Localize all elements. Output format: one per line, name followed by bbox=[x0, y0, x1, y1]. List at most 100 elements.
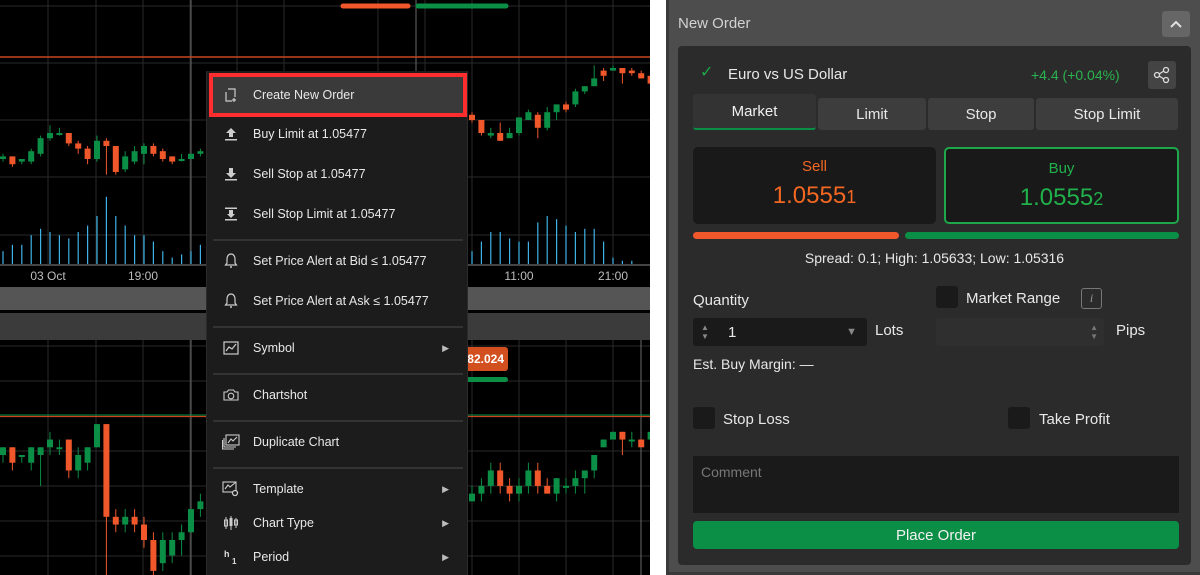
menu-item-label: Chart Type bbox=[253, 516, 314, 530]
candle-body bbox=[544, 112, 551, 128]
candle-body bbox=[610, 68, 616, 71]
candle-body bbox=[159, 540, 166, 564]
chart-area[interactable]: 03 Oct 19:00 11:00 21:00 82.024 Create New O… bbox=[0, 0, 650, 575]
market-range-label: Market Range bbox=[966, 290, 1061, 307]
menu-separator bbox=[213, 420, 463, 422]
caret-down-icon[interactable]: ▼ bbox=[846, 326, 857, 338]
quantity-value[interactable]: 1 bbox=[728, 324, 736, 341]
menu-item-label: Set Price Alert at Bid ≤ 1.05477 bbox=[253, 254, 427, 268]
quantity-stepper[interactable]: ▲ ▼ 1 ▼ bbox=[693, 318, 867, 346]
stepper-arrows-icon[interactable]: ▲ ▼ bbox=[701, 323, 709, 341]
menu-separator bbox=[213, 467, 463, 469]
tab-stop[interactable]: Stop bbox=[928, 98, 1034, 130]
candle-body bbox=[0, 156, 6, 159]
candle-body bbox=[94, 140, 100, 159]
candle-body bbox=[572, 91, 579, 105]
new-order-icon bbox=[221, 87, 241, 103]
candle-body bbox=[525, 470, 532, 486]
market-range-checkbox[interactable] bbox=[936, 286, 958, 308]
menu-item-create-new-order[interactable]: Create New Order bbox=[209, 73, 467, 117]
stepper-arrows-icon[interactable]: ▲ ▼ bbox=[1090, 323, 1098, 341]
info-icon[interactable]: i bbox=[1081, 288, 1102, 309]
sell-sentiment-bar bbox=[693, 232, 899, 239]
menu-item-label: Sell Stop Limit at 1.05477 bbox=[253, 207, 396, 221]
candle-body bbox=[581, 470, 588, 479]
candle-body bbox=[94, 424, 100, 448]
template-icon bbox=[221, 481, 241, 497]
bell-icon bbox=[221, 293, 241, 309]
time-axis-label: 19:00 bbox=[128, 269, 158, 283]
candle-body bbox=[572, 478, 579, 486]
candle-body bbox=[65, 133, 72, 144]
candle-body bbox=[84, 148, 91, 159]
menu-item-period[interactable]: h 1 Period ▶ bbox=[213, 539, 463, 575]
share-button[interactable] bbox=[1148, 61, 1176, 89]
symbol-name[interactable]: Euro vs US Dollar bbox=[728, 66, 847, 83]
candle-body bbox=[178, 159, 185, 161]
menu-item-set-price-alert-at-ask-1-05477[interactable]: Set Price Alert at Ask ≤ 1.05477 bbox=[213, 283, 463, 319]
sell-stop-limit-icon bbox=[221, 207, 241, 221]
place-order-button[interactable]: Place Order bbox=[693, 521, 1179, 549]
tab-market[interactable]: Market bbox=[693, 94, 816, 130]
candle-body bbox=[150, 146, 157, 154]
market-range-pips-input[interactable]: ▲ ▼ bbox=[936, 318, 1104, 346]
menu-item-label: Template bbox=[253, 482, 304, 496]
menu-item-label: Create New Order bbox=[253, 88, 355, 102]
candle-body bbox=[131, 151, 138, 162]
stop-loss-checkbox[interactable] bbox=[693, 407, 715, 429]
sell-button[interactable]: Sell 1.05551 bbox=[693, 147, 936, 224]
candle-body bbox=[84, 447, 91, 463]
buy-price-main: 1.0555 bbox=[1019, 184, 1094, 211]
spread-info: Spread: 0.1; High: 1.05633; Low: 1.05316 bbox=[804, 250, 1065, 266]
candle-body bbox=[638, 439, 645, 448]
candle-body bbox=[497, 470, 504, 486]
chevron-up-icon bbox=[1170, 20, 1182, 28]
candle-body bbox=[18, 455, 25, 457]
menu-item-sell-stop-limit-at-1-05477[interactable]: Sell Stop Limit at 1.05477 bbox=[213, 196, 463, 232]
svg-text:1: 1 bbox=[232, 557, 237, 565]
menu-item-symbol[interactable]: Symbol ▶ bbox=[213, 330, 463, 366]
bell-icon bbox=[221, 253, 241, 269]
candle-body bbox=[647, 75, 650, 84]
buy-label: Buy bbox=[1048, 160, 1075, 177]
candle-body bbox=[600, 439, 607, 448]
candle-body bbox=[516, 117, 522, 133]
lots-label: Lots bbox=[875, 322, 904, 339]
buy-price-pip: 2 bbox=[1093, 189, 1104, 209]
menu-item-set-price-alert-at-bid-1-05477[interactable]: Set Price Alert at Bid ≤ 1.05477 bbox=[213, 243, 463, 279]
duplicate-chart-icon bbox=[221, 434, 241, 450]
menu-item-duplicate-chart[interactable]: Duplicate Chart bbox=[213, 424, 463, 460]
candle-body bbox=[169, 540, 176, 556]
take-profit-label: Take Profit bbox=[1039, 411, 1110, 428]
symbol-change: +4.4 (+0.04%) bbox=[1031, 67, 1120, 83]
menu-item-chartshot[interactable]: Chartshot bbox=[213, 377, 463, 413]
candle-body bbox=[28, 151, 35, 162]
candle-body bbox=[197, 501, 204, 510]
chart-type-icon bbox=[221, 515, 241, 531]
candle-body bbox=[478, 485, 485, 494]
time-axis-label: 03 Oct bbox=[30, 269, 66, 283]
take-profit-checkbox[interactable] bbox=[1008, 407, 1030, 429]
submenu-arrow-icon: ▶ bbox=[442, 517, 449, 528]
candle-body bbox=[553, 478, 560, 494]
tab-limit[interactable]: Limit bbox=[818, 98, 926, 130]
menu-item-template[interactable]: Template ▶ bbox=[213, 471, 463, 507]
menu-separator bbox=[213, 373, 463, 375]
camera-icon bbox=[221, 388, 241, 402]
context-menu: Create New Order Buy Limit at 1.05477 Sell… bbox=[206, 71, 468, 575]
candle-body bbox=[619, 431, 626, 440]
comment-input[interactable] bbox=[693, 456, 1179, 513]
candle-body bbox=[487, 133, 494, 136]
menu-item-chart-type[interactable]: Chart Type ▶ bbox=[213, 505, 463, 541]
tab-stop-limit[interactable]: Stop Limit bbox=[1036, 98, 1178, 130]
candle-body bbox=[188, 509, 194, 533]
candle-body bbox=[75, 143, 82, 149]
menu-item-buy-limit-at-1-05477[interactable]: Buy Limit at 1.05477 bbox=[213, 116, 463, 152]
candle-body bbox=[122, 516, 129, 525]
order-form: ✓ Euro vs US Dollar +4.4 (+0.04%) Market… bbox=[678, 46, 1191, 565]
collapse-button[interactable] bbox=[1162, 11, 1190, 37]
candle-body bbox=[122, 156, 129, 170]
menu-item-sell-stop-at-1-05477[interactable]: Sell Stop at 1.05477 bbox=[213, 156, 463, 192]
candle-body bbox=[581, 86, 588, 92]
buy-button[interactable]: Buy 1.05552 bbox=[944, 147, 1179, 224]
